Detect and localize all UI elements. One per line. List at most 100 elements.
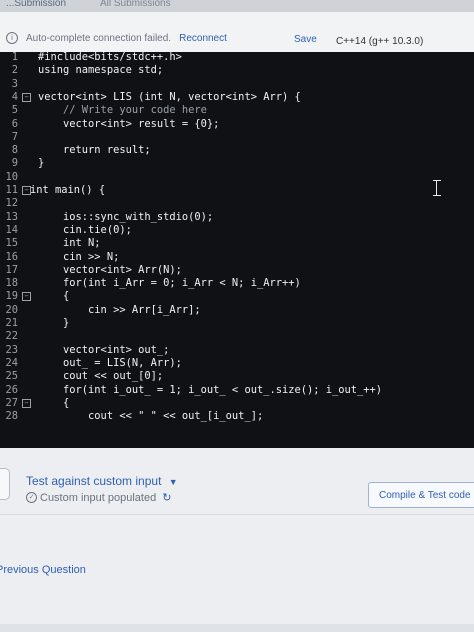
- code-line[interactable]: 15 int N;: [0, 237, 474, 250]
- bottom-panel: Test against custom input ▼ ✓ Custom inp…: [0, 448, 474, 632]
- code-line[interactable]: 4− vector<int> LIS (int N, vector<int> Ar…: [0, 91, 474, 104]
- line-number: 21: [5, 317, 18, 329]
- code-line[interactable]: 5 // Write your code here: [0, 104, 474, 117]
- code-text: // Write your code here: [38, 104, 207, 117]
- code-line[interactable]: 22: [0, 330, 474, 343]
- custom-input-status-text: Custom input populated: [40, 491, 157, 504]
- code-text: vector<int> LIS (int N, vector<int> Arr)…: [38, 90, 301, 103]
- code-line[interactable]: 17 vector<int> Arr(N);: [0, 264, 474, 277]
- code-line[interactable]: 18 for(int i_Arr = 0; i_Arr < N; i_Arr++…: [0, 277, 474, 290]
- line-number: 25: [5, 370, 18, 383]
- chevron-down-icon: ▼: [168, 477, 178, 487]
- code-line[interactable]: 3: [0, 78, 474, 91]
- code-text: cin.tie(0);: [38, 223, 132, 236]
- line-number: 26: [5, 383, 18, 396]
- code-text: return result;: [38, 144, 151, 157]
- line-number: 9: [11, 157, 18, 170]
- line-number: 13: [5, 210, 18, 223]
- code-text: {: [38, 396, 70, 409]
- line-number: 6: [11, 117, 18, 130]
- test-custom-input-toggle[interactable]: Test against custom input ▼: [26, 474, 178, 488]
- code-line[interactable]: 11− int main() {: [0, 184, 474, 197]
- refresh-icon[interactable]: ↻: [162, 491, 171, 504]
- code-line[interactable]: 26 for(int i_out_ = 1; i_out_ < out_.siz…: [0, 384, 474, 397]
- connection-status-text: Auto-complete connection failed.: [26, 32, 172, 44]
- code-line[interactable]: 25 cout << out_[0];: [0, 370, 474, 383]
- test-custom-input-label: Test against custom input: [26, 474, 162, 488]
- code-line[interactable]: 21 }: [0, 317, 474, 330]
- code-text: }: [38, 157, 45, 170]
- code-text: vector<int> result = {0};: [38, 117, 220, 130]
- code-line[interactable]: 8 return result;: [0, 144, 474, 157]
- fold-toggle-icon[interactable]: −: [22, 292, 31, 302]
- line-number: 24: [5, 356, 18, 369]
- tab-all-submissions[interactable]: All Submissions: [100, 0, 171, 9]
- code-text: cin >> N;: [38, 250, 120, 263]
- line-number: 7: [11, 130, 18, 143]
- line-number: 8: [11, 144, 18, 157]
- line-number: 23: [5, 343, 18, 356]
- compile-test-button[interactable]: Compile & Test code: [368, 482, 474, 508]
- code-text: for(int i_Arr = 0; i_Arr < N; i_Arr++): [38, 277, 301, 290]
- test-checkbox[interactable]: [0, 468, 10, 500]
- code-line[interactable]: 20 cin >> Arr[i_Arr];: [0, 304, 474, 317]
- line-number: 16: [5, 250, 18, 263]
- code-text: cout << " " << out_[i_out_];: [38, 410, 264, 423]
- code-line[interactable]: 2 using namespace std;: [0, 64, 474, 77]
- line-number: 5: [11, 104, 18, 117]
- code-text: int N;: [38, 237, 101, 250]
- fold-toggle-icon[interactable]: −: [22, 92, 31, 102]
- previous-question-link[interactable]: Previous Question: [0, 564, 86, 576]
- code-line[interactable]: 28 cout << " " << out_[i_out_];: [0, 410, 474, 423]
- code-text: cout << out_[0];: [38, 370, 164, 383]
- line-number: 12: [5, 197, 18, 210]
- code-text: using namespace std;: [38, 64, 164, 77]
- code-line[interactable]: 23 vector<int> out_;: [0, 344, 474, 357]
- code-text: int main() {: [30, 184, 106, 196]
- code-text: {: [38, 290, 70, 303]
- save-button[interactable]: Save: [294, 34, 317, 45]
- code-line[interactable]: 6 vector<int> result = {0};: [0, 118, 474, 131]
- code-line[interactable]: 27− {: [0, 397, 474, 410]
- code-line[interactable]: 1 #include<bits/stdc++.h>: [0, 52, 474, 64]
- line-number: 11: [5, 184, 18, 196]
- reconnect-link[interactable]: Reconnect: [179, 33, 227, 44]
- tab-submission[interactable]: ...Submission: [6, 0, 66, 9]
- code-line[interactable]: 7: [0, 131, 474, 144]
- top-tabs-bar: ...Submission All Submissions: [0, 0, 474, 12]
- line-number: 2: [11, 64, 18, 77]
- code-editor[interactable]: 1 #include<bits/stdc++.h> 2 using namespace…: [0, 52, 474, 448]
- code-line[interactable]: 13 ios::sync_with_stdio(0);: [0, 211, 474, 224]
- code-line[interactable]: 16 cin >> N;: [0, 251, 474, 264]
- language-select[interactable]: C++14 (g++ 10.3.0): [336, 36, 423, 47]
- code-line[interactable]: 9}: [0, 157, 474, 170]
- connection-status: i Auto-complete connection failed. Recon…: [6, 32, 227, 44]
- check-circle-icon: ✓: [26, 492, 37, 503]
- line-number: 10: [5, 170, 18, 183]
- line-number: 20: [5, 303, 18, 316]
- code-line[interactable]: 19− {: [0, 290, 474, 303]
- fold-toggle-icon[interactable]: −: [22, 398, 31, 408]
- code-line[interactable]: 10: [0, 171, 474, 184]
- line-number: 28: [5, 410, 18, 423]
- code-line[interactable]: 14 cin.tie(0);: [0, 224, 474, 237]
- code-text: vector<int> out_;: [38, 343, 170, 356]
- code-text: }: [38, 317, 70, 329]
- code-text: out_ = LIS(N, Arr);: [38, 356, 182, 369]
- code-text: vector<int> Arr(N);: [38, 263, 182, 276]
- code-text: for(int i_out_ = 1; i_out_ < out_.size()…: [38, 383, 383, 396]
- line-number: 27: [5, 396, 18, 409]
- code-line[interactable]: 12: [0, 197, 474, 210]
- code-line[interactable]: 24 out_ = LIS(N, Arr);: [0, 357, 474, 370]
- info-icon: i: [6, 32, 18, 44]
- line-number: 19: [5, 290, 18, 303]
- divider: [0, 514, 474, 515]
- line-number: 17: [5, 263, 18, 276]
- line-number: 1: [11, 52, 18, 63]
- line-number: 14: [5, 223, 18, 236]
- custom-input-status: ✓ Custom input populated ↻: [26, 491, 171, 504]
- line-number: 3: [11, 77, 18, 90]
- line-number: 4: [11, 90, 18, 103]
- code-text: ios::sync_with_stdio(0);: [38, 210, 214, 223]
- code-text: cin >> Arr[i_Arr];: [38, 303, 201, 316]
